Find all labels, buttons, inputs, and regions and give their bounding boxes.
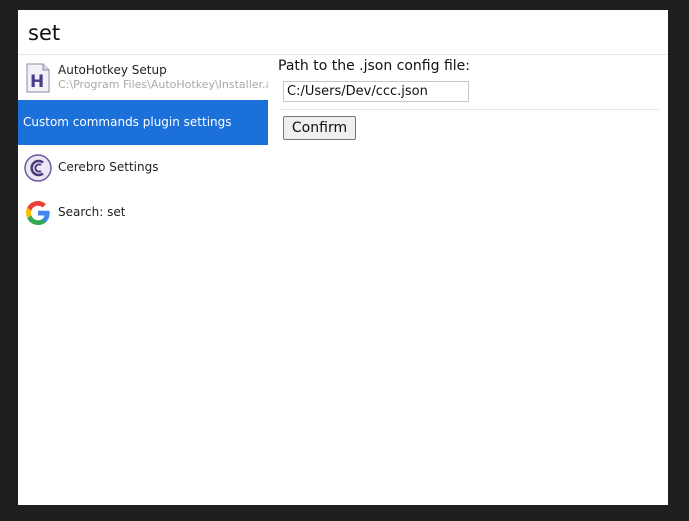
result-subtitle: C:\Program Files\AutoHotkey\Installer.ah… xyxy=(58,78,268,91)
confirm-button[interactable]: Confirm xyxy=(283,116,356,140)
search-input[interactable] xyxy=(28,18,648,48)
result-title: Cerebro Settings xyxy=(58,160,159,174)
result-item-cerebro-settings[interactable]: Cerebro Settings xyxy=(18,145,268,190)
config-path-input[interactable] xyxy=(283,81,469,102)
result-item-custom-commands[interactable]: Custom commands plugin settings xyxy=(18,100,268,145)
svg-text:H: H xyxy=(30,72,44,92)
result-title: Custom commands plugin settings xyxy=(23,115,232,129)
result-item-search-web[interactable]: Search: set xyxy=(18,190,268,235)
result-item-autohotkey-setup[interactable]: H AutoHotkey Setup C:\Program Files\Auto… xyxy=(18,55,268,100)
google-icon xyxy=(23,198,53,228)
search-bar xyxy=(18,10,668,55)
results-list: H AutoHotkey Setup C:\Program Files\Auto… xyxy=(18,55,268,505)
launcher-window: H AutoHotkey Setup C:\Program Files\Auto… xyxy=(18,10,668,505)
result-title: AutoHotkey Setup xyxy=(58,63,167,77)
config-path-label: Path to the .json config file: xyxy=(278,58,470,74)
autohotkey-icon: H xyxy=(23,63,53,93)
result-title: Search: set xyxy=(58,205,126,219)
divider xyxy=(279,109,659,110)
cerebro-icon xyxy=(23,153,53,183)
plugin-settings-panel: Path to the .json config file: Confirm xyxy=(268,55,668,505)
